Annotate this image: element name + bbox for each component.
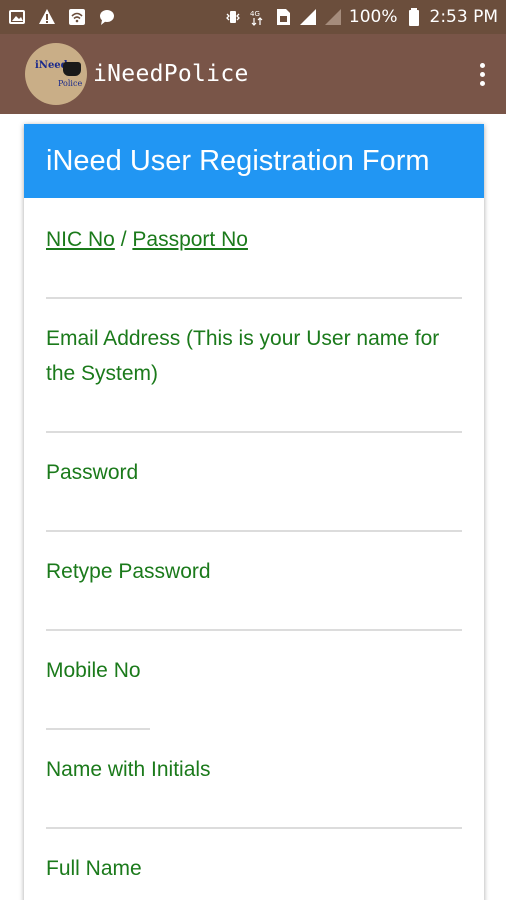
password-field[interactable]: Password bbox=[46, 455, 462, 490]
full-name-field[interactable]: Full Name bbox=[46, 851, 462, 886]
sim-icon bbox=[274, 8, 292, 26]
network-4g-icon: 4G bbox=[249, 8, 267, 26]
form-title: iNeed User Registration Form bbox=[24, 124, 484, 198]
nic-passport-separator: / bbox=[120, 228, 127, 251]
app-logo: iNeed Police bbox=[25, 43, 87, 105]
email-underline bbox=[46, 431, 462, 433]
retype-password-field[interactable]: Retype Password bbox=[46, 554, 462, 589]
signal-icon-secondary bbox=[324, 8, 342, 26]
name-initials-field[interactable]: Name with Initials bbox=[46, 752, 462, 787]
retype-password-label: Retype Password bbox=[46, 560, 211, 583]
police-cap-icon bbox=[63, 62, 81, 76]
clock: 2:53 PM bbox=[429, 7, 499, 27]
nic-passport-underline bbox=[46, 297, 462, 299]
registration-form-card: iNeed User Registration Form NIC No / Pa… bbox=[24, 124, 484, 900]
app-title: iNeedPolice bbox=[93, 61, 249, 87]
logo-text-bottom: Police bbox=[58, 79, 83, 88]
system-status: 4G 100% 2:53 PM bbox=[224, 7, 498, 27]
chat-icon bbox=[98, 8, 116, 26]
nic-passport-label: NIC No / Passport No bbox=[46, 222, 462, 257]
gallery-icon bbox=[8, 8, 26, 26]
mobile-underline bbox=[46, 728, 150, 730]
retype-password-underline bbox=[46, 629, 462, 631]
overflow-menu-icon[interactable] bbox=[472, 56, 492, 92]
name-initials-underline bbox=[46, 827, 462, 829]
email-label: Email Address (This is your User name fo… bbox=[46, 327, 440, 385]
mobile-label: Mobile No bbox=[46, 659, 141, 682]
signal-icon bbox=[299, 8, 317, 26]
svg-text:4G: 4G bbox=[250, 10, 260, 18]
nic-link[interactable]: NIC No bbox=[46, 228, 115, 251]
battery-icon bbox=[405, 8, 423, 26]
mobile-field[interactable]: Mobile No bbox=[46, 653, 462, 688]
notification-icons bbox=[8, 8, 116, 26]
mute-vibrate-icon bbox=[224, 8, 242, 26]
email-field[interactable]: Email Address (This is your User name fo… bbox=[46, 321, 462, 391]
status-bar: 4G 100% 2:53 PM bbox=[0, 0, 506, 34]
nic-passport-field[interactable]: NIC No / Passport No bbox=[46, 222, 462, 257]
wifi-box-icon bbox=[68, 8, 86, 26]
app-bar: iNeed Police iNeedPolice bbox=[0, 34, 506, 114]
warning-icon bbox=[38, 8, 56, 26]
full-name-label: Full Name bbox=[46, 857, 142, 880]
password-underline bbox=[46, 530, 462, 532]
passport-link[interactable]: Passport No bbox=[132, 228, 248, 251]
battery-percent: 100% bbox=[348, 7, 398, 27]
password-label: Password bbox=[46, 461, 139, 484]
name-initials-label: Name with Initials bbox=[46, 758, 211, 781]
